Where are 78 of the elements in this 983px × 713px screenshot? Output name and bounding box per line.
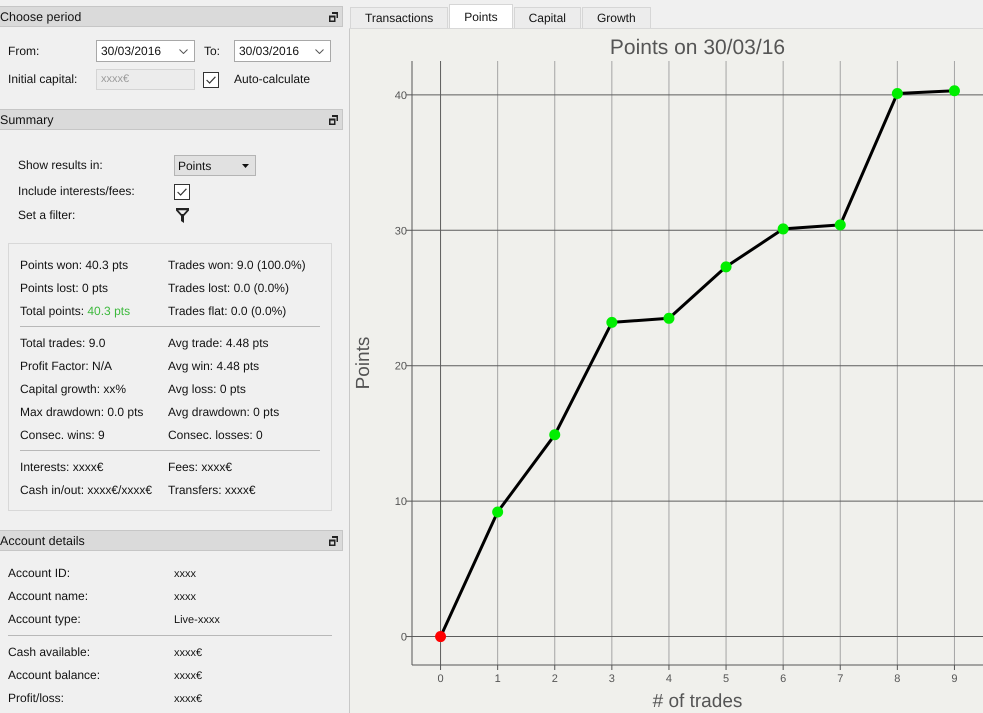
overlapping-windows-icon[interactable] [329, 12, 338, 22]
statistic-text: Avg trade: 4.48 pts [168, 336, 270, 351]
caret-down-icon [242, 164, 249, 168]
tick-label: 7 [837, 673, 844, 685]
tick-label: 3 [608, 673, 615, 685]
statistic-text: Avg win: 4.48 pts [168, 359, 260, 374]
statistic-text: Trades flat: 0.0 (0.0%) [168, 304, 288, 319]
statistic-text: Cash in/out: xxxx€/xxxx€ [20, 483, 154, 498]
show-results-label: Show results in: [18, 158, 104, 173]
tick-label: 10 [394, 496, 407, 508]
detail-value: xxxx€ [174, 692, 204, 704]
chevron-down-icon [179, 48, 188, 54]
statistic-text: Consec. losses: 0 [168, 428, 264, 443]
detail-label: Account balance: [8, 668, 102, 683]
tick-label: 20 [394, 360, 407, 373]
detail-value: Live-xxxx [174, 614, 221, 626]
filter-label: Set a filter: [18, 208, 76, 223]
statistic-text: Avg drawdown: 0 pts [168, 405, 280, 420]
tick-label: 5 [722, 673, 730, 685]
detail-label: Account ID: [8, 566, 72, 581]
axis-title: # of trades [652, 691, 742, 712]
tab[interactable]: Capital [514, 7, 581, 28]
tick-label: 4 [666, 673, 672, 685]
statistic-text: Transfers: xxxx€ [168, 483, 257, 498]
statistic-text: Total points: 40.3 pts [20, 304, 132, 319]
statistic-text: Capital growth: xx% [20, 382, 128, 397]
units-dropdown[interactable]: Points [174, 155, 256, 176]
chart-title: Points on 30/03/16 [610, 36, 786, 59]
statistic-text: Fees: xxxx€ [168, 460, 234, 475]
from-label: From: [8, 44, 40, 58]
funnel-icon[interactable] [176, 208, 189, 223]
statistic-text: Points lost: 0 pts [20, 281, 110, 296]
auto-calculate-label: Auto-calculate [234, 72, 312, 87]
statistic-text: Profit Factor: N/A [20, 359, 114, 374]
to-label: To: [203, 44, 222, 58]
detail-value: xxxx€ [174, 670, 204, 682]
tick-label: 8 [894, 673, 900, 685]
statistic-text: Interests: xxxx€ [20, 460, 104, 475]
panel-title: Choose period [0, 8, 82, 24]
statistic-text: Consec. wins: 9 [20, 428, 106, 443]
statistic-text: Trades won: 9.0 (100.0%) [168, 258, 307, 273]
statistic-text: Avg loss: 0 pts [168, 382, 247, 397]
chevron-down-icon [315, 48, 324, 54]
date-dropdown[interactable]: 30/03/2016 [96, 40, 195, 62]
checkmark-icon [177, 188, 187, 196]
tab[interactable]: Growth [582, 7, 651, 28]
detail-label: Cash available: [8, 645, 92, 660]
tick-label: 1 [494, 673, 501, 685]
checkbox[interactable] [174, 184, 190, 200]
include-fees-label: Include interests/fees: [18, 184, 136, 199]
checkmark-icon [206, 76, 216, 84]
statistic-text: Trades lost: 0.0 (0.0%) [168, 281, 290, 296]
date-dropdown[interactable]: 30/03/2016 [234, 40, 331, 62]
tick-label: 6 [780, 673, 786, 685]
detail-value: xxxx [174, 568, 197, 580]
axis-title: Points [353, 336, 374, 390]
statistic-text: Points won: 40.3 pts [20, 258, 130, 273]
overlapping-windows-icon[interactable] [329, 536, 338, 546]
detail-label: Account name: [8, 589, 90, 604]
tick-label: 2 [552, 673, 558, 685]
tick-label: 9 [951, 673, 958, 685]
detail-value: xxxx€ [174, 646, 204, 658]
detail-label: Account type: [8, 612, 82, 627]
statistic-text: Total trades: 9.0 [20, 336, 106, 351]
initial-capital-label: Initial capital: [8, 72, 78, 87]
overlapping-windows-icon[interactable] [329, 114, 338, 124]
tab[interactable]: Transactions [350, 7, 448, 28]
tick-label: 30 [394, 225, 407, 238]
tick-label: 40 [394, 90, 407, 102]
statistic-text: Max drawdown: 0.0 pts [20, 405, 144, 420]
panel-title: Account details [0, 532, 85, 548]
detail-value: xxxx [174, 590, 197, 602]
checkbox[interactable] [203, 72, 219, 88]
detail-label: Profit/loss: [8, 691, 66, 706]
tab[interactable]: Points [449, 4, 513, 28]
panel-title: Summary [0, 112, 54, 128]
tick-label: 0 [437, 673, 444, 685]
tick-label: 0 [400, 632, 407, 644]
